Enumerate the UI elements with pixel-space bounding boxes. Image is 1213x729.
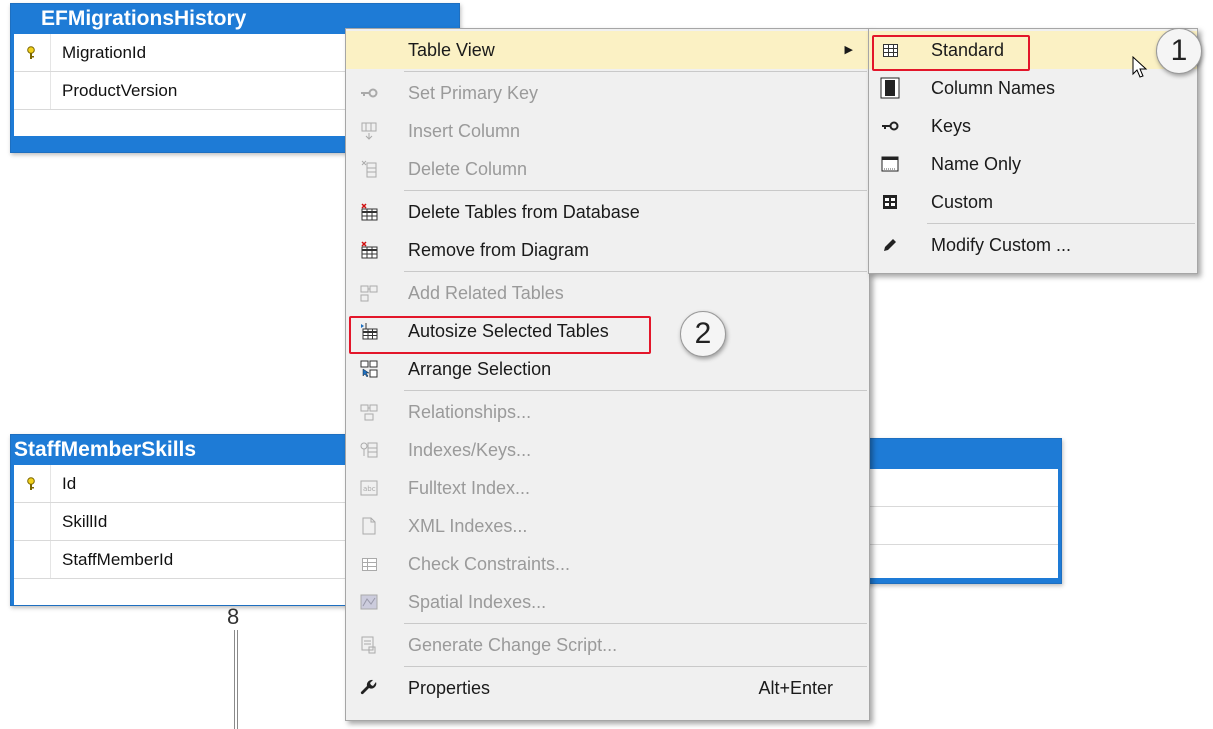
submenu-item-name-only[interactable]: Name Only — [869, 145, 1197, 183]
menu-item-remove-from-diagram[interactable]: Remove from Diagram — [346, 231, 869, 269]
callout-highlight-standard — [872, 35, 1030, 71]
menu-item-properties[interactable]: Properties Alt+Enter — [346, 669, 869, 707]
insert-column-icon — [358, 121, 380, 141]
submenu-item-custom[interactable]: Custom — [869, 183, 1197, 221]
menu-item-insert-column[interactable]: Insert Column — [346, 112, 869, 150]
context-menu: Table View ▶ Set Primary Key Insert Colu… — [345, 28, 870, 721]
menu-item-fulltext-index[interactable]: abc Fulltext Index... — [346, 469, 869, 507]
primary-key-icon — [24, 34, 38, 71]
column-name: MigrationId — [62, 43, 147, 62]
change-script-icon — [358, 635, 380, 655]
table-title[interactable] — [841, 439, 1061, 469]
wrench-icon — [358, 678, 380, 698]
table-row[interactable] — [844, 469, 1058, 507]
relationship-many-end: 8 — [227, 604, 240, 629]
callout-badge-2: 2 — [680, 311, 726, 357]
menu-item-spatial-indexes[interactable]: Spatial Indexes... — [346, 583, 869, 621]
column-name: StaffMemberId — [62, 550, 174, 569]
menu-item-generate-change-script[interactable]: Generate Change Script... — [346, 626, 869, 664]
spatial-indexes-icon — [358, 592, 380, 612]
menu-item-xml-indexes[interactable]: XML Indexes... — [346, 507, 869, 545]
column-name: SkillId — [62, 512, 108, 531]
menu-item-check-constraints[interactable]: Check Constraints... — [346, 545, 869, 583]
callout-highlight-autosize — [349, 316, 651, 354]
menu-item-indexes-keys[interactable]: Indexes/Keys... — [346, 431, 869, 469]
callout-badge-1: 1 — [1156, 28, 1202, 74]
arrange-selection-icon — [358, 359, 380, 379]
menu-item-relationships[interactable]: Relationships... — [346, 393, 869, 431]
menu-item-table-view[interactable]: Table View ▶ — [346, 31, 869, 69]
menu-separator — [404, 390, 867, 391]
menu-separator — [404, 271, 867, 272]
delete-table-icon — [358, 202, 380, 222]
menu-item-add-related-tables[interactable]: Add Related Tables — [346, 274, 869, 312]
menu-separator — [927, 223, 1195, 224]
column-names-icon — [879, 77, 901, 99]
relationships-icon — [358, 402, 380, 422]
menu-separator — [404, 71, 867, 72]
check-constraints-icon — [358, 554, 380, 574]
menu-item-set-primary-key[interactable]: Set Primary Key — [346, 74, 869, 112]
xml-indexes-icon — [358, 516, 380, 536]
relationship-line[interactable] — [234, 630, 238, 729]
key-icon — [879, 116, 901, 136]
primary-key-icon — [24, 465, 38, 502]
menu-separator — [404, 190, 867, 191]
menu-item-delete-tables[interactable]: Delete Tables from Database — [346, 193, 869, 231]
indexes-keys-icon — [358, 440, 380, 460]
add-related-tables-icon — [358, 283, 380, 303]
shortcut-text: Alt+Enter — [758, 678, 833, 698]
mouse-cursor-icon — [1132, 55, 1148, 85]
svg-text:abc: abc — [363, 485, 376, 493]
remove-table-icon — [358, 240, 380, 260]
menu-separator — [404, 623, 867, 624]
submenu-item-modify-custom[interactable]: Modify Custom ... — [869, 226, 1197, 264]
name-only-icon — [879, 154, 901, 174]
table-row[interactable] — [844, 507, 1058, 545]
submenu-arrow-icon: ▶ — [844, 44, 853, 56]
partial-table[interactable] — [840, 438, 1062, 584]
menu-item-arrange-selection[interactable]: Arrange Selection — [346, 350, 869, 388]
column-name: Id — [62, 474, 77, 493]
custom-view-icon — [879, 192, 901, 212]
submenu-item-keys[interactable]: Keys — [869, 107, 1197, 145]
delete-column-icon — [358, 159, 380, 179]
fulltext-index-icon: abc — [358, 478, 380, 498]
menu-item-delete-column[interactable]: Delete Column — [346, 150, 869, 188]
menu-separator — [404, 666, 867, 667]
column-name: ProductVersion — [62, 81, 178, 100]
pencil-icon — [879, 235, 901, 255]
key-icon — [358, 83, 380, 103]
table-body — [844, 469, 1058, 578]
